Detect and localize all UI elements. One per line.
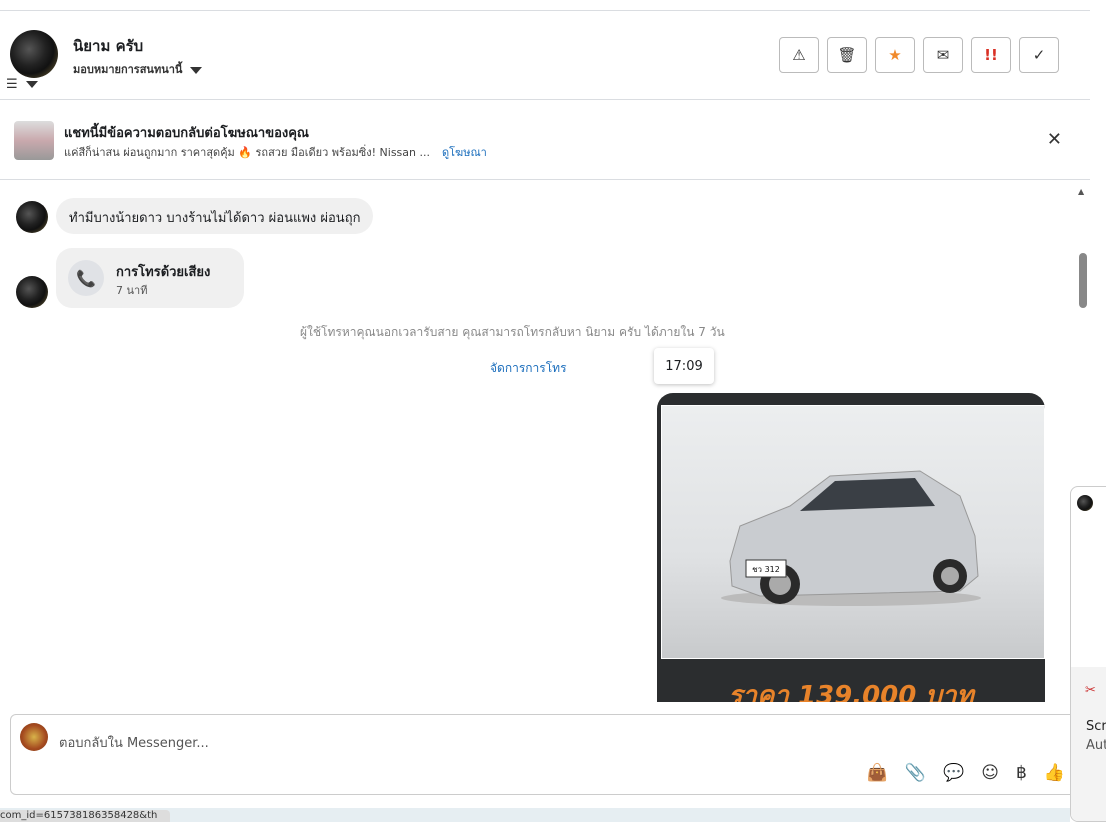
check-icon: ✓ (1032, 46, 1046, 64)
chevron-down-icon (190, 66, 203, 74)
message-thread: ทำมีบางน้ายดาว บางร้านไม่ได้ดาว ผ่อนแพง … (0, 181, 1076, 702)
contact-avatar (16, 201, 48, 233)
page-avatar (20, 723, 48, 751)
screenshot-notification[interactable]: ✂ Scr Aut (1070, 486, 1106, 822)
reply-input[interactable]: ตอบกลับใน Messenger... (59, 732, 209, 753)
priority-icon: !! (984, 46, 998, 64)
assign-conversation-dropdown[interactable]: มอบหมายการสนทนานี้ (73, 60, 203, 78)
sliders-icon: ☰ (6, 77, 18, 92)
close-icon[interactable]: ✕ (1047, 129, 1062, 150)
contact-name[interactable]: นิยาม ครับ (73, 34, 143, 58)
star-button[interactable]: ★ (875, 37, 915, 73)
reply-composer[interactable]: ตอบกลับใน Messenger... 👜 📎 💬 ☺ ฿ 👍 (10, 714, 1090, 795)
license-plate-text: ชว 312 (752, 565, 780, 574)
delete-button[interactable]: 🗑 (827, 37, 867, 73)
status-url: com_id=615738186358428&th (0, 810, 170, 822)
view-ad-link[interactable]: ดูโฆษณา (442, 146, 487, 159)
conversation-header: นิยาม ครับ มอบหมายการสนทนานี้ ☰ ⚠ 🗑 ★ ✉ … (0, 11, 1090, 100)
envelope-open-icon: ✉ (936, 46, 950, 64)
price-text: ราคา 139,000 บาท (728, 681, 974, 702)
system-note: ผู้ใช้โทรหาคุณนอกเวลารับสาย คุณสามารถโทร… (300, 325, 725, 339)
scroll-up-icon[interactable]: ▲ (1078, 187, 1084, 196)
call-title: การโทรด้วยเสียง (116, 265, 211, 280)
report-button[interactable]: ⚠ (779, 37, 819, 73)
bag-icon[interactable]: 👜 (867, 763, 888, 783)
baht-icon[interactable]: ฿ (1016, 763, 1027, 783)
chat-bubble-icon[interactable]: 💬 (943, 763, 964, 783)
image-attachment[interactable]: ชว 312 ราคา 139,000 บาท (657, 393, 1045, 702)
popup-avatar (1077, 495, 1093, 511)
paperclip-icon[interactable]: 📎 (905, 763, 926, 783)
manage-calls-link[interactable]: จัดการการโทร (490, 359, 567, 378)
banner-title: แชทนี้มีข้อความตอบกลับต่อโฆษณาของคุณ (64, 126, 309, 141)
assign-label: มอบหมายการสนทนานี้ (73, 63, 183, 76)
emoji-icon[interactable]: ☺ (981, 763, 999, 783)
banner-subtitle: แค่สีก็น่าสน ผ่อนถูกมาก ราคาสุดคุ้ม 🔥 รถ… (64, 146, 430, 159)
priority-button[interactable]: !! (971, 37, 1011, 73)
scrollbar-thumb[interactable] (1079, 253, 1087, 308)
warning-icon: ⚠ (792, 46, 806, 64)
contact-avatar[interactable] (10, 30, 58, 78)
ad-thumbnail (14, 121, 54, 160)
star-icon: ★ (888, 46, 902, 64)
timestamp-tooltip: 17:09 (654, 348, 714, 384)
call-duration: 7 นาที (116, 284, 148, 297)
chevron-down-icon (25, 81, 38, 88)
mark-unread-button[interactable]: ✉ (923, 37, 963, 73)
filter-dropdown[interactable]: ☰ (6, 77, 38, 92)
mark-done-button[interactable]: ✓ (1019, 37, 1059, 73)
missed-call-icon: 📞 (68, 260, 104, 296)
car-photo: ชว 312 (661, 405, 1045, 659)
thumbs-up-icon[interactable]: 👍 (1044, 763, 1065, 783)
snipping-tool-icon: ✂ (1085, 683, 1096, 698)
voice-call-bubble[interactable]: 📞 การโทรด้วยเสียง 7 นาที (56, 248, 244, 308)
popup-subtitle: Aut (1086, 738, 1106, 753)
trash-icon: 🗑 (837, 46, 857, 64)
ad-reply-banner: แชทนี้มีข้อความตอบกลับต่อโฆษณาของคุณ แค่… (0, 100, 1090, 180)
message-bubble: ทำมีบางน้ายดาว บางร้านไม่ได้ดาว ผ่อนแพง … (56, 198, 374, 234)
message-text: ทำมีบางน้ายดาว บางร้านไม่ได้ดาว ผ่อนแพง … (69, 211, 361, 226)
popup-title: Scr (1086, 719, 1106, 734)
car-image: ชว 312 (721, 470, 981, 606)
contact-avatar (16, 276, 48, 308)
